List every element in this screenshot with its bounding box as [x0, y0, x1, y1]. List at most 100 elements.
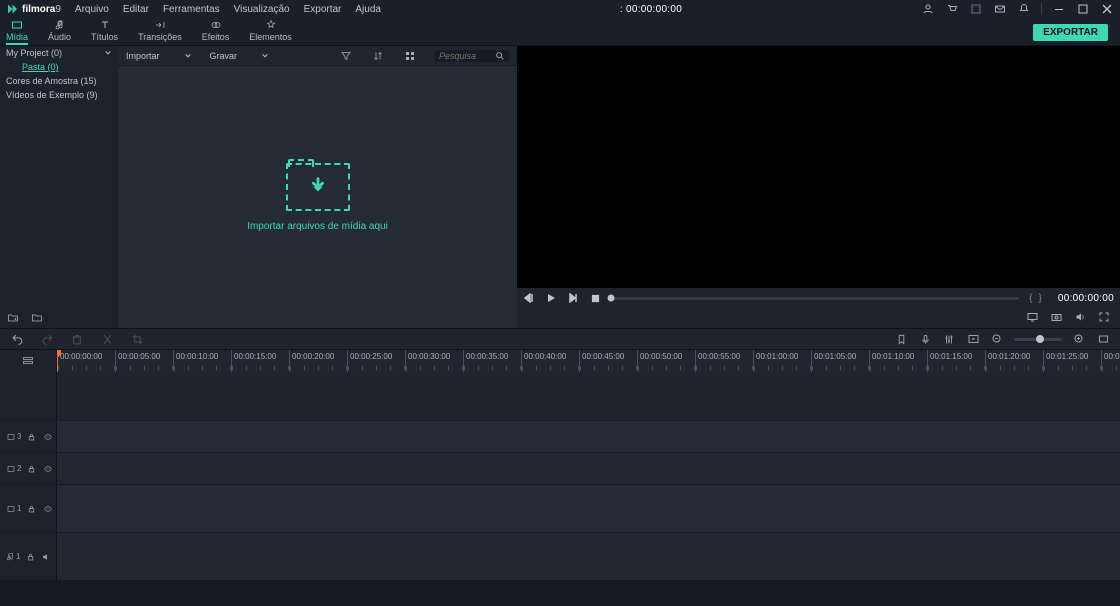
snapshot-icon[interactable] — [1050, 311, 1064, 325]
tab-elementos[interactable]: Elementos — [249, 19, 292, 45]
menu-ferramentas[interactable]: Ferramentas — [163, 4, 220, 15]
close-icon[interactable] — [1100, 2, 1114, 16]
time-ruler[interactable]: 00:00:00:0000:00:05:0000:00:10:0000:00:1… — [57, 350, 1120, 372]
lock-icon[interactable] — [26, 552, 35, 562]
track-2-lane[interactable] — [57, 453, 1120, 484]
zoom-in-icon[interactable] — [1072, 332, 1086, 346]
menu-items: Arquivo Editar Ferramentas Visualização … — [75, 4, 381, 15]
ruler-segment: 00:00:20:00 — [289, 350, 347, 372]
folder-cores[interactable]: Cores de Amostra (15) — [0, 74, 118, 88]
undo-icon[interactable] — [10, 332, 24, 346]
sort-icon[interactable] — [371, 49, 385, 63]
eye-icon[interactable] — [42, 465, 54, 473]
mute-icon[interactable] — [41, 552, 52, 562]
mark-out-icon[interactable]: } — [1039, 293, 1042, 304]
ruler-segment: 00:00:50:00 — [637, 350, 695, 372]
divider — [1041, 3, 1042, 15]
tab-transicoes[interactable]: Transições — [138, 19, 182, 45]
progress-bar[interactable] — [611, 297, 1019, 300]
filmora-logo-icon — [6, 3, 18, 15]
gravar-dropdown[interactable]: Gravar — [210, 51, 270, 61]
chevron-down-icon — [184, 52, 192, 60]
zoom-fit-icon[interactable] — [1096, 332, 1110, 346]
menu-editar[interactable]: Editar — [123, 4, 149, 15]
delete-icon[interactable] — [70, 332, 84, 346]
display-icon[interactable] — [1026, 311, 1040, 325]
render-icon[interactable] — [966, 332, 980, 346]
folder-pasta[interactable]: Pasta (0) — [0, 60, 118, 74]
gravar-label: Gravar — [210, 51, 238, 61]
chevron-down-icon — [261, 52, 269, 60]
stop-icon[interactable] — [589, 292, 601, 304]
tab-midia-label: Mídia — [6, 32, 28, 42]
tool-tabs: Mídia Áudio Títulos Transições Efeitos E… — [0, 18, 1120, 46]
playhead[interactable] — [57, 350, 58, 372]
video-track-1[interactable]: 1 — [0, 484, 1120, 532]
media-drop-zone[interactable]: Importar arquivos de mídia aqui — [118, 66, 517, 328]
video-track-2[interactable]: 2 — [0, 452, 1120, 484]
volume-icon[interactable] — [1074, 311, 1088, 325]
film-icon — [6, 505, 16, 513]
export-button[interactable]: EXPORTAR — [1033, 24, 1108, 41]
save-icon[interactable] — [969, 2, 983, 16]
cart-icon[interactable] — [945, 2, 959, 16]
importar-dropdown[interactable]: Importar — [126, 51, 192, 61]
track-3-lane[interactable] — [57, 421, 1120, 452]
menu-arquivo[interactable]: Arquivo — [75, 4, 109, 15]
tab-midia[interactable]: Mídia — [6, 19, 28, 45]
video-track-3[interactable]: 3 — [0, 420, 1120, 452]
track-2-head: 2 — [0, 453, 57, 484]
eye-icon[interactable] — [42, 505, 54, 513]
audio-1-label: 1 — [6, 552, 20, 562]
folder-tree: My Project (0) Pasta (0) Cores de Amostr… — [0, 46, 118, 328]
menu-ajuda[interactable]: Ajuda — [355, 4, 381, 15]
maximize-icon[interactable] — [1076, 2, 1090, 16]
menu-exportar[interactable]: Exportar — [304, 4, 342, 15]
fullscreen-icon[interactable] — [1098, 311, 1112, 325]
search-input[interactable] — [439, 51, 491, 61]
track-1-lane[interactable] — [57, 485, 1120, 532]
zoom-slider[interactable] — [1014, 338, 1062, 341]
eye-icon[interactable] — [42, 433, 54, 441]
filter-icon[interactable] — [339, 49, 353, 63]
play-icon[interactable] — [545, 292, 557, 304]
tab-efeitos[interactable]: Efeitos — [202, 19, 230, 45]
step-back-icon[interactable] — [523, 292, 535, 304]
lock-icon[interactable] — [27, 464, 36, 474]
menubar: filmora9 Arquivo Editar Ferramentas Visu… — [0, 0, 1120, 18]
audio-1-lane[interactable] — [57, 533, 1120, 580]
tab-audio[interactable]: Áudio — [48, 19, 71, 45]
audio-track-1[interactable]: 1 — [0, 532, 1120, 580]
mark-in-icon[interactable]: { — [1029, 293, 1032, 304]
search-icon — [495, 51, 505, 61]
chevron-down-icon — [104, 49, 112, 57]
record-vo-icon[interactable] — [918, 332, 932, 346]
step-forward-icon[interactable] — [567, 292, 579, 304]
lock-icon[interactable] — [27, 504, 36, 514]
menu-visualizacao[interactable]: Visualização — [234, 4, 290, 15]
delete-folder-icon[interactable] — [30, 312, 44, 324]
lock-icon[interactable] — [27, 432, 36, 442]
new-folder-icon[interactable] — [6, 312, 20, 324]
minimize-icon[interactable] — [1052, 2, 1066, 16]
folder-my-project[interactable]: My Project (0) — [0, 46, 118, 60]
music-icon — [6, 552, 15, 562]
marker-icon[interactable] — [894, 332, 908, 346]
edit-toolbar — [0, 328, 1120, 350]
video-viewport[interactable] — [517, 46, 1120, 288]
search-box[interactable] — [435, 50, 509, 62]
mixer-icon[interactable] — [942, 332, 956, 346]
split-icon[interactable] — [100, 332, 114, 346]
crop-icon[interactable] — [130, 332, 144, 346]
track-3-head: 3 — [0, 421, 57, 452]
redo-icon[interactable] — [40, 332, 54, 346]
ruler-head[interactable] — [0, 350, 57, 372]
tab-titulos[interactable]: Títulos — [91, 19, 118, 45]
account-icon[interactable] — [921, 2, 935, 16]
grid-view-icon[interactable] — [403, 49, 417, 63]
media-toolbar: Importar Gravar — [118, 46, 517, 66]
notifications-icon[interactable] — [1017, 2, 1031, 16]
zoom-out-icon[interactable] — [990, 332, 1004, 346]
folder-videos[interactable]: Vídeos de Exemplo (9) — [0, 88, 118, 102]
mail-icon[interactable] — [993, 2, 1007, 16]
